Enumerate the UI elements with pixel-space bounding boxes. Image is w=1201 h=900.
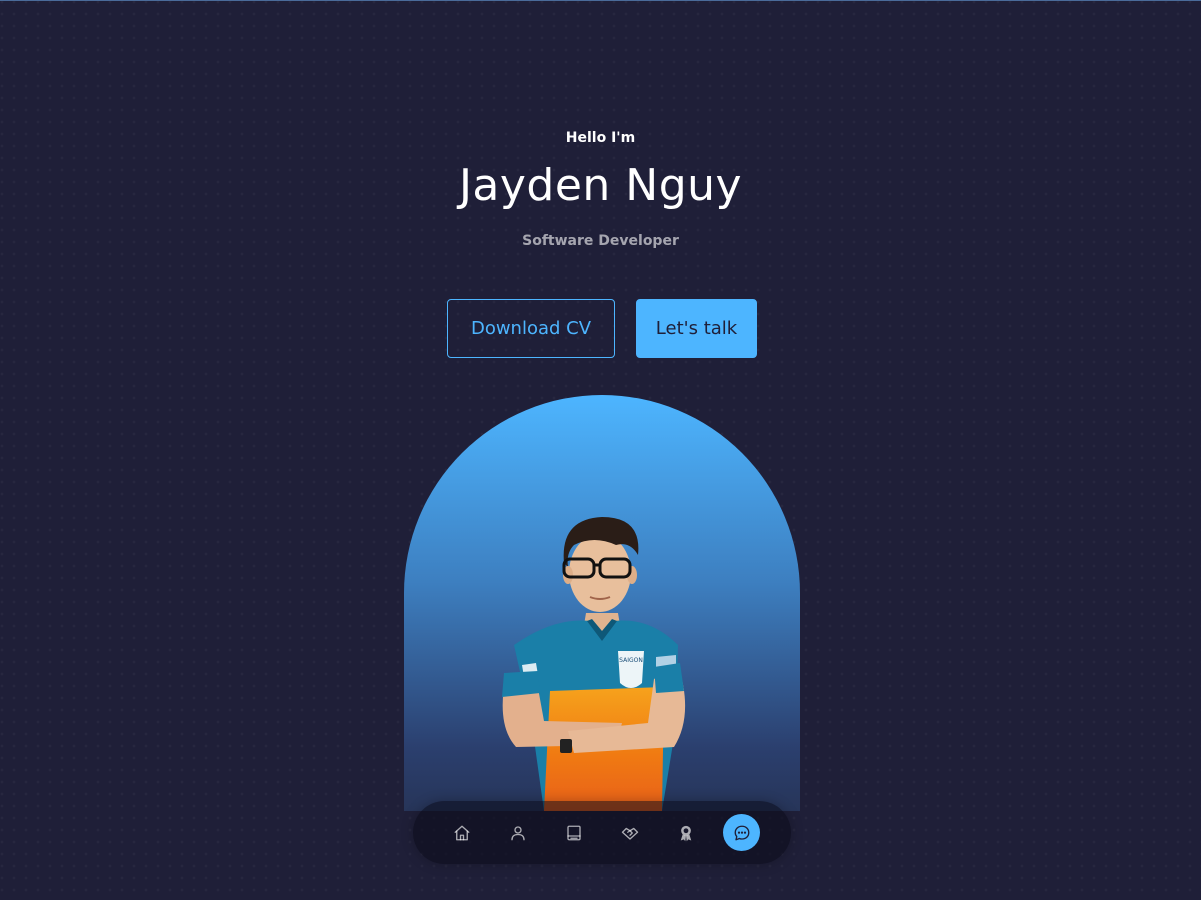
portrait-arch: SAIGON xyxy=(404,395,800,811)
chat-icon xyxy=(734,825,749,840)
handshake-icon xyxy=(621,827,638,840)
bottom-nav xyxy=(413,801,791,864)
hero-name: Jayden Nguy xyxy=(458,160,743,211)
nav-home[interactable] xyxy=(443,814,480,851)
nav-about[interactable] xyxy=(499,814,536,851)
book-icon xyxy=(566,825,581,840)
greeting-text: Hello I'm xyxy=(565,130,636,146)
download-cv-button[interactable]: Download CV xyxy=(447,299,615,358)
award-icon xyxy=(680,825,691,841)
jersey-badge-text: SAIGON xyxy=(619,657,643,664)
user-icon xyxy=(510,825,525,840)
lets-talk-button[interactable]: Let's talk xyxy=(636,299,757,358)
nav-portfolio[interactable] xyxy=(667,814,704,851)
top-border-line xyxy=(0,0,1201,1)
nav-contact[interactable] xyxy=(723,814,760,851)
nav-services[interactable] xyxy=(611,814,648,851)
nav-experience[interactable] xyxy=(555,814,592,851)
hero-role: Software Developer xyxy=(522,233,679,249)
profile-photo: SAIGON xyxy=(502,517,686,811)
home-icon xyxy=(454,825,469,840)
